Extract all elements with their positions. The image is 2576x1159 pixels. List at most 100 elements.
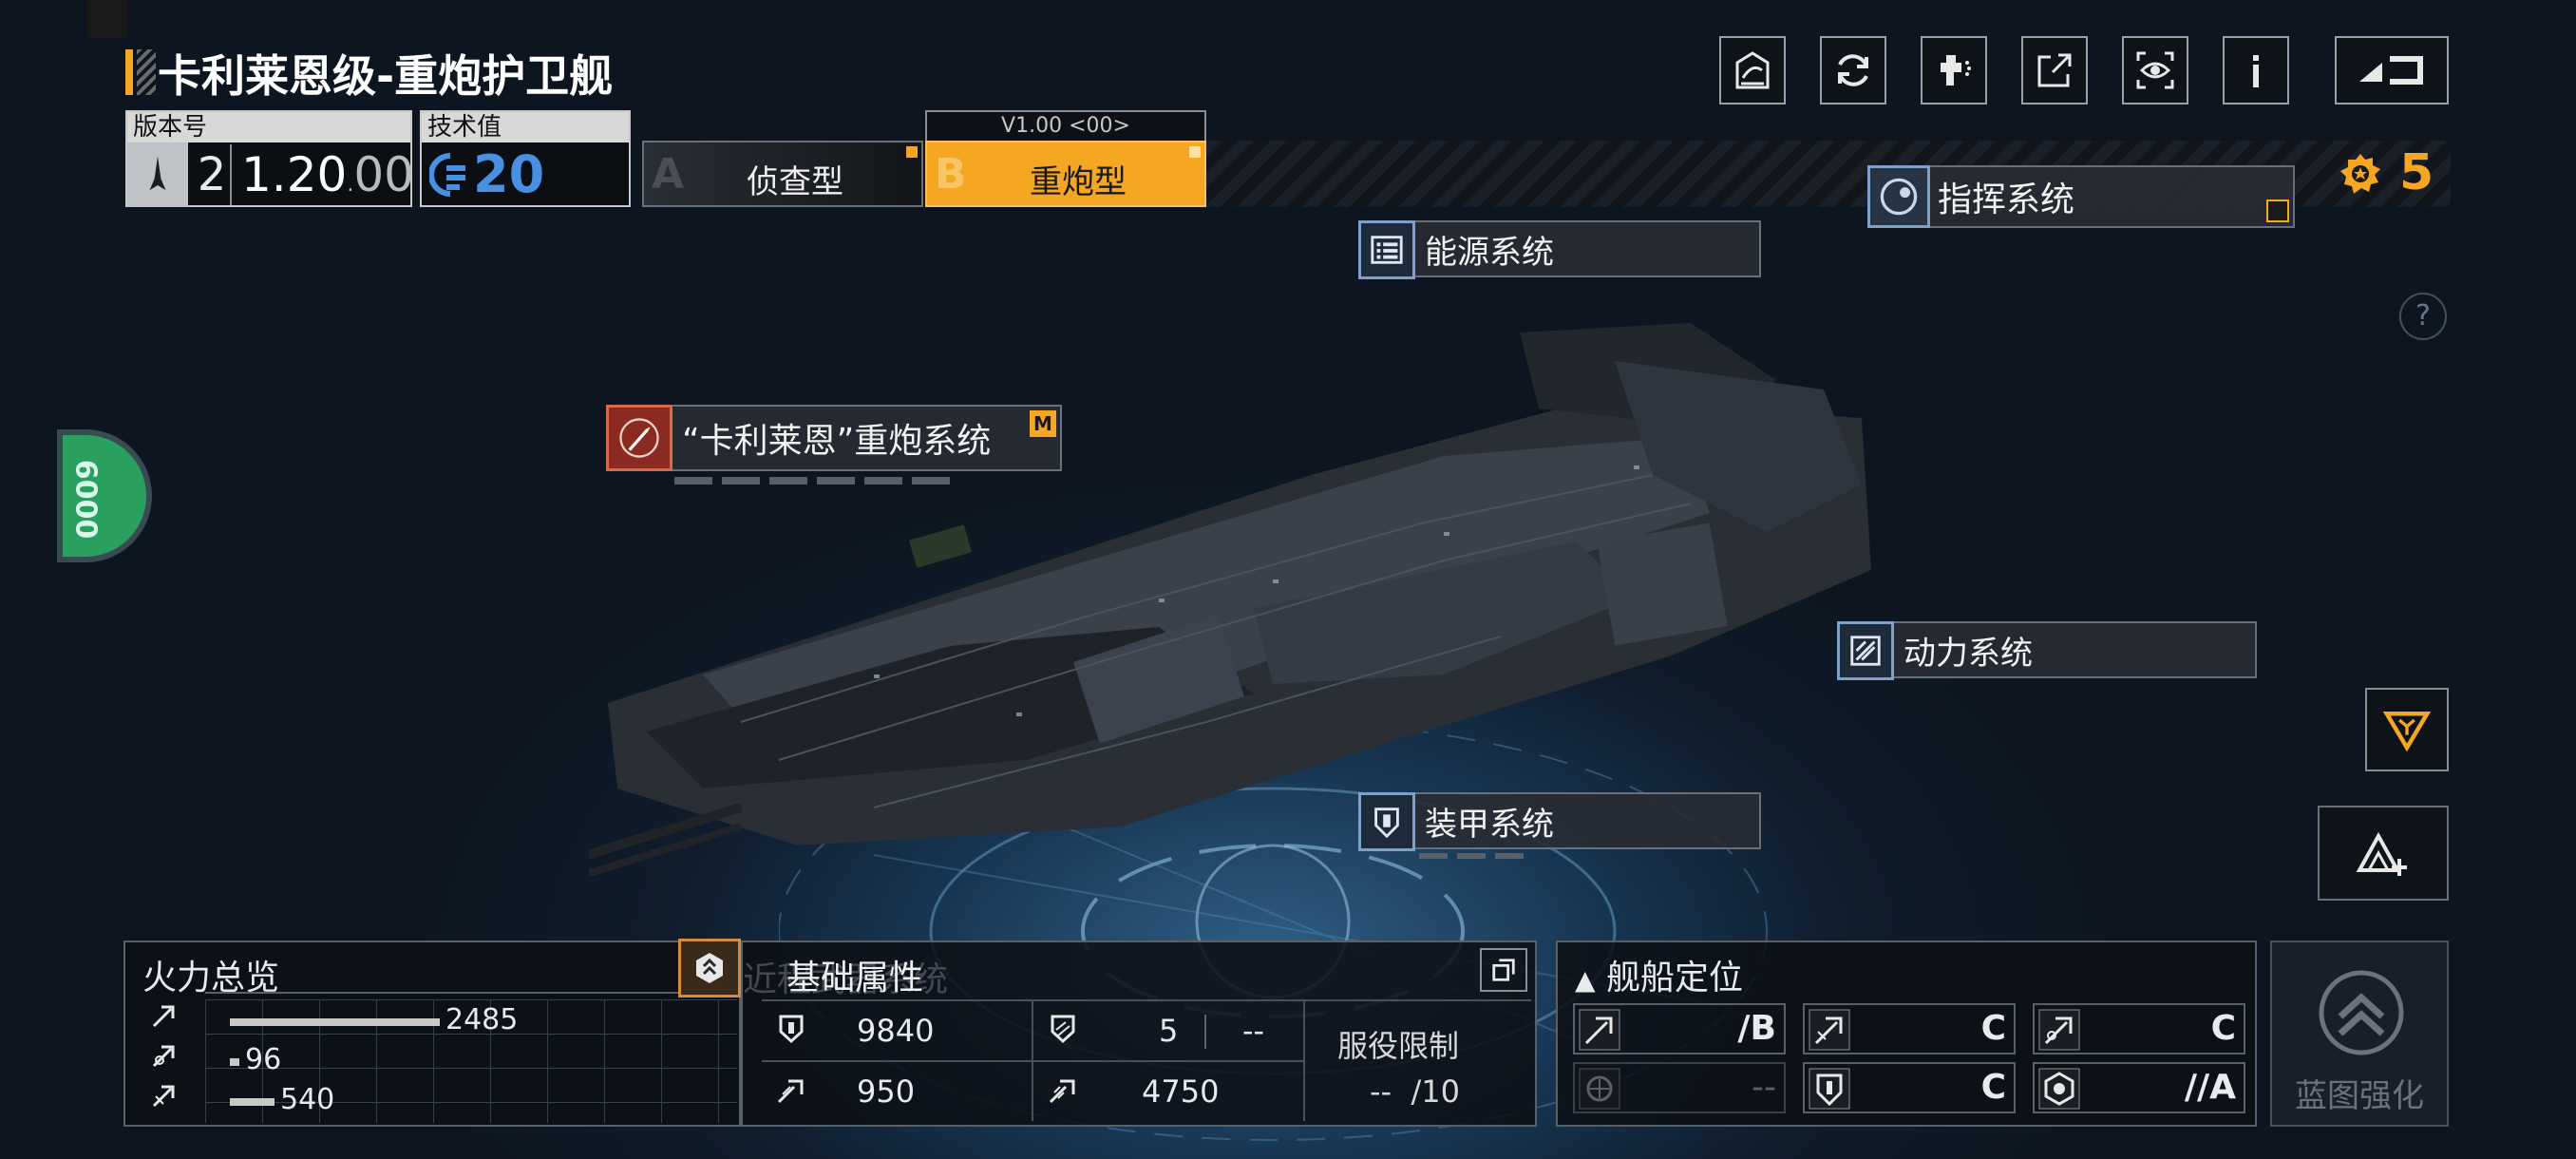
variant-a-corner <box>906 146 918 158</box>
siege-icon <box>152 1085 175 1108</box>
restore-icon <box>1492 959 1515 981</box>
power-system-label[interactable]: 动力系统 <box>1894 621 2257 678</box>
firepower-divider <box>205 992 741 994</box>
info-button[interactable] <box>2223 36 2289 104</box>
side-badge-text: 6000 <box>68 459 103 540</box>
view-button[interactable] <box>2122 36 2188 104</box>
firepower-bar-1 <box>230 1018 440 1026</box>
firepower-value-2: 96 <box>245 1043 282 1076</box>
variant-a-tab[interactable]: A 侦查型 <box>642 141 923 207</box>
variant-b-tab[interactable]: B 重炮型 <box>925 141 1206 207</box>
blueprint-button[interactable]: 蓝图强化 <box>2270 940 2449 1127</box>
armor-dash: -- <box>1242 1013 1265 1049</box>
speed-icon <box>777 1079 804 1104</box>
side-badge[interactable]: 6000 <box>57 429 152 562</box>
upgrade-icon <box>2356 831 2407 876</box>
tech-box: 技术值 20 <box>420 110 631 207</box>
grade-cell-1: /B <box>1573 1003 1786 1054</box>
grade-tech-icon <box>2038 1068 2080 1110</box>
title-accent <box>125 49 133 95</box>
armor-slot-icon <box>1051 1015 1075 1044</box>
variant-a-label: 侦查型 <box>747 163 843 201</box>
armor-icon[interactable] <box>1358 792 1415 851</box>
speed-value: 950 <box>857 1074 916 1110</box>
variant-b-letter: B <box>935 150 967 199</box>
version-main: 1.20 <box>241 147 348 202</box>
hp-icon <box>779 1015 804 1044</box>
view-icon <box>2136 51 2174 89</box>
grade-assault-icon <box>1809 1009 1850 1051</box>
base-attrs-title: 基础属性 <box>786 959 924 998</box>
cannon-system-label[interactable]: “卡利莱恩”重炮系统 <box>672 405 1062 471</box>
cannon-icon[interactable] <box>606 405 672 471</box>
filter-button[interactable] <box>2365 688 2449 771</box>
refresh-icon <box>1838 54 1868 86</box>
grade-value-2: C <box>1980 1009 2006 1048</box>
positioning-triangle-icon: ▲ <box>1575 964 1596 996</box>
energy-icon[interactable] <box>1358 220 1415 279</box>
grade-cell-6: //A <box>2033 1062 2245 1113</box>
grade-cell-5: C <box>1803 1062 2016 1113</box>
version-value: 1.20.00 <box>241 147 414 202</box>
command-icon[interactable] <box>1867 165 1930 228</box>
attrs-grid: 9840 5 -- 950 4750 服役限制 -- /10 <box>762 999 1531 1121</box>
restore-button[interactable] <box>1480 948 1527 992</box>
positioning-title: ▲ 舰船定位 <box>1575 959 1744 998</box>
energy-system-label[interactable]: 能源系统 <box>1415 220 1761 277</box>
grade-value-4: -- <box>1752 1068 1776 1107</box>
service-label: 服役限制 <box>1337 1028 1460 1064</box>
grade-attack-icon <box>1579 1009 1620 1051</box>
weapon-toggle-button[interactable] <box>678 939 741 998</box>
anti-air-icon <box>152 1045 175 1068</box>
firepower-panel: 火力总览 2485 96 540 <box>123 940 741 1127</box>
upgrade-button[interactable] <box>2318 806 2449 901</box>
grade-cell-4: -- <box>1573 1062 1786 1113</box>
back-icon <box>2359 56 2423 85</box>
armor-slots <box>1419 853 1533 859</box>
share-icon <box>1735 51 1770 89</box>
power-icon[interactable] <box>1837 621 1894 680</box>
export-icon <box>2037 53 2072 87</box>
tech-label: 技术值 <box>422 112 629 142</box>
command-points: 5 <box>2399 144 2434 201</box>
grade-value-3: C <box>2210 1009 2236 1048</box>
grade-value-1: /B <box>1737 1009 1776 1048</box>
grade-support-icon <box>1579 1068 1620 1110</box>
attack-icon <box>152 1005 175 1028</box>
version-sub: 00 <box>353 147 414 202</box>
tech-icon <box>428 152 471 198</box>
tech-value: 20 <box>473 144 545 204</box>
back-button[interactable] <box>2335 36 2449 104</box>
variant-b-corner <box>1189 146 1201 158</box>
corner-mark <box>87 0 127 38</box>
rank-icon <box>2339 152 2382 196</box>
export-button[interactable] <box>2021 36 2088 104</box>
armor-system-label[interactable]: 装甲系统 <box>1415 792 1761 849</box>
filter-icon <box>2382 711 2432 752</box>
help-button[interactable]: ? <box>2399 293 2447 340</box>
blueprint-icon <box>2319 970 2404 1055</box>
cannon-slots <box>674 477 959 484</box>
info-icon <box>2253 55 2259 87</box>
firepower-bar-3 <box>230 1098 275 1106</box>
command-system-label[interactable]: 指挥系统 <box>1928 165 2295 228</box>
refresh-button[interactable] <box>1820 36 1886 104</box>
variant-b-label: 重炮型 <box>1030 163 1127 201</box>
range-icon <box>1049 1079 1075 1104</box>
positioning-panel: ▲ 舰船定位 /B C C -- C //A <box>1556 940 2257 1127</box>
base-attrs-panel: 近程武器系统 基础属性 9840 5 -- 950 4750 服役限制 -- /… <box>741 940 1537 1127</box>
cannon-badge: M <box>1030 410 1056 437</box>
firepower-bar-2 <box>230 1058 239 1066</box>
firepower-row-2: 96 <box>150 1041 729 1079</box>
service-value: -- /10 <box>1370 1074 1460 1110</box>
armor-slot-value: 5 <box>1159 1013 1179 1049</box>
grade-value-6: //A <box>2184 1068 2236 1107</box>
grade-defense-icon <box>1809 1068 1850 1110</box>
variant-a-letter: A <box>652 150 685 199</box>
paint-button[interactable] <box>1921 36 1987 104</box>
grade-cell-3: C <box>2033 1003 2245 1054</box>
version-box: 版本号 2 1.20.00 <box>125 110 414 207</box>
version-label: 版本号 <box>127 112 410 142</box>
share-button[interactable] <box>1719 36 1786 104</box>
variant-b-version: V1.00 <00> <box>925 110 1206 141</box>
